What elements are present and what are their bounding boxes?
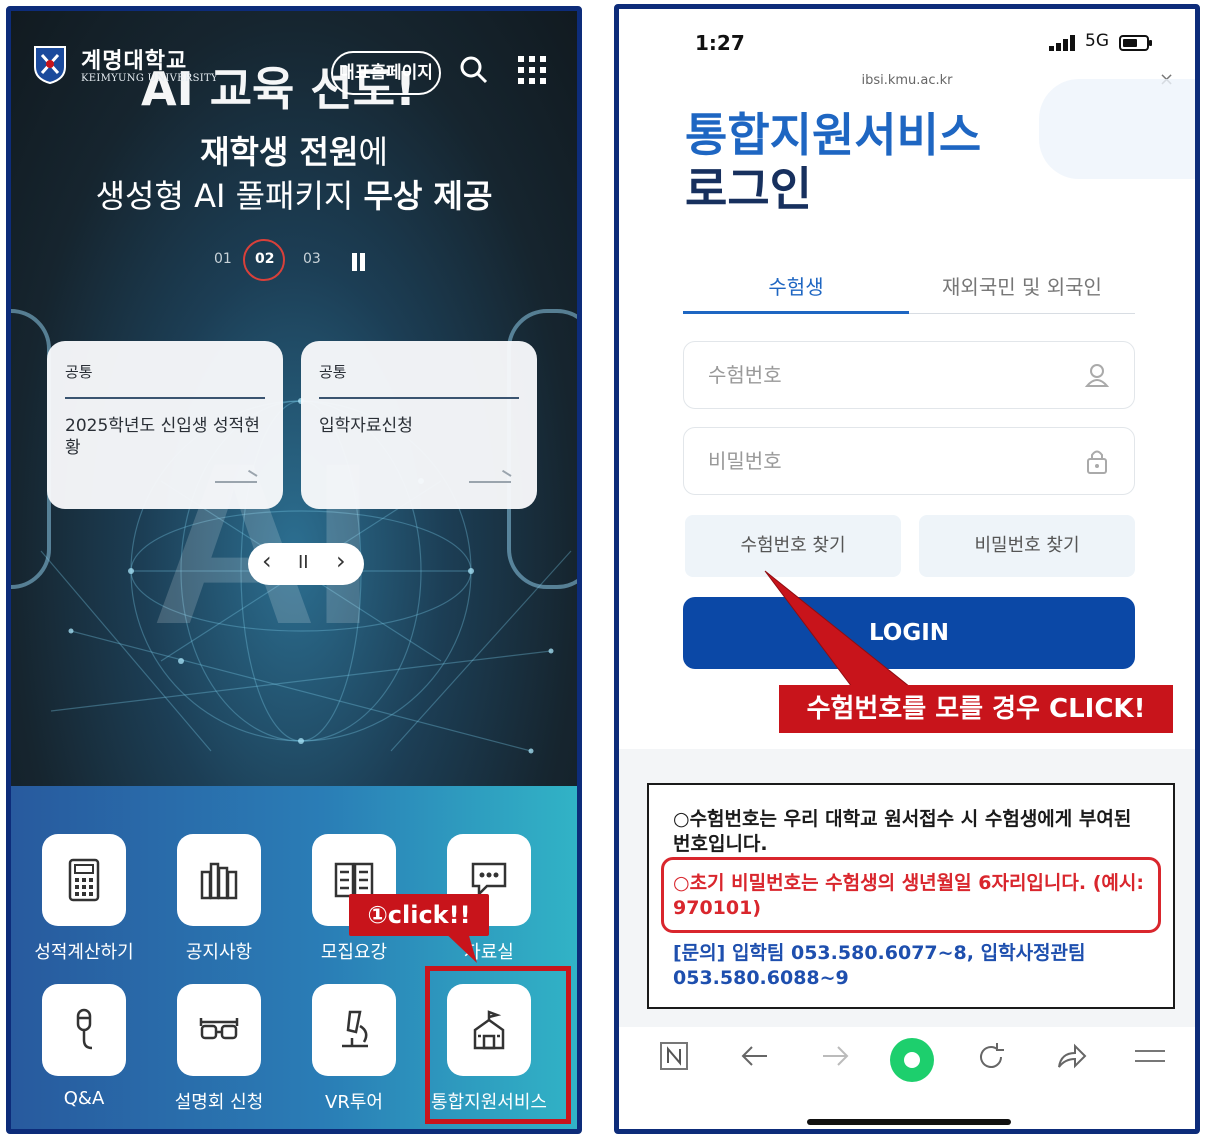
share-icon[interactable] <box>1055 1041 1087 1071</box>
card-divider <box>65 397 265 399</box>
hero-subtitle-2: 생성형 AI 풀패키지 무상 제공 <box>11 171 577 217</box>
quick-icon-box <box>312 984 396 1076</box>
slider-pause-icon[interactable]: II <box>298 552 309 573</box>
microphone-icon <box>76 1008 93 1050</box>
quick-item-label: Q&A <box>63 1088 105 1109</box>
notice-card-1[interactable]: 공통 2025학년도 신입생 성적현황 <box>47 341 283 509</box>
left-ai-bracket <box>11 309 51 589</box>
click-callout: ①click!! <box>349 894 489 936</box>
next-arrow-icon[interactable]: › <box>336 547 346 575</box>
quick-icon-box <box>177 984 261 1076</box>
quick-item-label: 설명회 신청 <box>174 1092 264 1113</box>
logo-name-kr: 계명대학교 <box>81 49 188 74</box>
books-icon <box>200 862 238 900</box>
card-divider <box>319 397 519 399</box>
quick-item-label: 공지사항 <box>185 942 253 963</box>
hero-subtitle-2-normal: 생성형 AI 풀패키지 <box>95 177 364 215</box>
callout-pointer <box>764 570 917 692</box>
quick-icon-box <box>42 834 126 926</box>
find-number-callout: 수험번호를 모를 경우 CLICK! <box>779 685 1173 733</box>
card-tag: 공통 <box>319 363 347 381</box>
prev-arrow-icon[interactable]: ‹ <box>262 547 272 575</box>
back-arrow-icon[interactable] <box>739 1041 771 1071</box>
green-dot-icon[interactable] <box>889 1037 935 1083</box>
quick-item-qna[interactable]: Q&A <box>11 984 141 1129</box>
forward-arrow-icon[interactable] <box>819 1041 851 1071</box>
quick-item-session[interactable]: 설명회 신청 <box>146 984 276 1129</box>
quick-icon-box <box>42 984 126 1076</box>
microscope-icon <box>342 1010 368 1048</box>
notice-initial-password: ○초기 비밀번호는 수험생의 생년월일 6자리입니다. (예시: 970101) <box>673 872 1144 919</box>
main-homepage-button[interactable]: 대표홈페이지 <box>331 51 441 95</box>
pager-item-3[interactable]: 03 <box>303 251 321 267</box>
refresh-icon[interactable] <box>975 1041 1007 1073</box>
notice-contact: [문의] 입학팀 053.580.6077~8, 입학사정관팀 053.580.… <box>673 942 1086 989</box>
pager-item-1[interactable]: 01 <box>214 251 232 267</box>
university-logo-icon <box>34 46 66 85</box>
quick-item-vr-tour[interactable]: VR투어 <box>281 984 411 1129</box>
notice-card-2[interactable]: 공통 입학자료신청 <box>301 341 537 509</box>
glasses-icon <box>199 1018 239 1040</box>
hero-banner: AI AI 교육 선도! 계명대학교 KEIMYUNG UNIVERSITY 대… <box>11 11 577 786</box>
hero-subtitle-1-bold: 재학생 전원 <box>200 133 359 171</box>
notice-box: ○수험번호는 우리 대학교 원서접수 시 수험생에게 부여된 번호입니다. ○초… <box>647 783 1175 1009</box>
quick-icon-box <box>177 834 261 926</box>
quick-item-label: 모집요강 <box>320 942 388 963</box>
left-phone-screen: AI AI 교육 선도! 계명대학교 KEIMYUNG UNIVERSITY 대… <box>6 6 582 1134</box>
hero-pager: 01 02 03 <box>11 239 577 289</box>
arrow-right-icon <box>215 481 257 483</box>
hero-subtitle-1: 재학생 전원에 <box>11 127 577 173</box>
card-title: 입학자료신청 <box>319 416 413 436</box>
quick-item-label: 자료실 <box>464 942 514 963</box>
home-indicator <box>807 1119 1011 1125</box>
hero-subtitle-1-rest: 에 <box>358 133 388 171</box>
arrow-right-icon <box>469 481 511 483</box>
menu-icon[interactable] <box>1133 1041 1167 1071</box>
pause-icon[interactable] <box>351 253 367 271</box>
logo-name-en: KEIMYUNG UNIVERSITY <box>81 73 218 84</box>
right-phone-screen: 1:27 5G ibsi.kmu.ac.kr × 통합지원서비스 로그인 수험생… <box>614 4 1200 1134</box>
search-icon[interactable] <box>459 55 489 85</box>
quick-item-label: 성적계산하기 <box>34 942 134 963</box>
pager-item-2[interactable]: 02 <box>255 251 274 267</box>
card-tag: 공통 <box>65 363 93 381</box>
notice-exam-number: ○수험번호는 우리 대학교 원서접수 시 수험생에게 부여된 번호입니다. <box>673 808 1132 855</box>
hero-subtitle-2-bold: 무상 제공 <box>363 177 493 215</box>
naver-icon[interactable] <box>659 1041 689 1071</box>
browser-toolbar <box>619 1027 1195 1097</box>
card-title: 2025학년도 신입생 성적현황 <box>65 416 260 458</box>
calculator-icon <box>68 858 100 902</box>
quick-item-label: VR투어 <box>325 1092 383 1113</box>
quick-item-notice[interactable]: 공지사항 <box>146 834 276 984</box>
menu-grid-icon[interactable] <box>517 55 547 85</box>
card-slider-controls: ‹ II › <box>248 543 364 585</box>
quick-item-grade-calc[interactable]: 성적계산하기 <box>11 834 141 984</box>
integrated-service-highlight <box>425 966 571 1124</box>
